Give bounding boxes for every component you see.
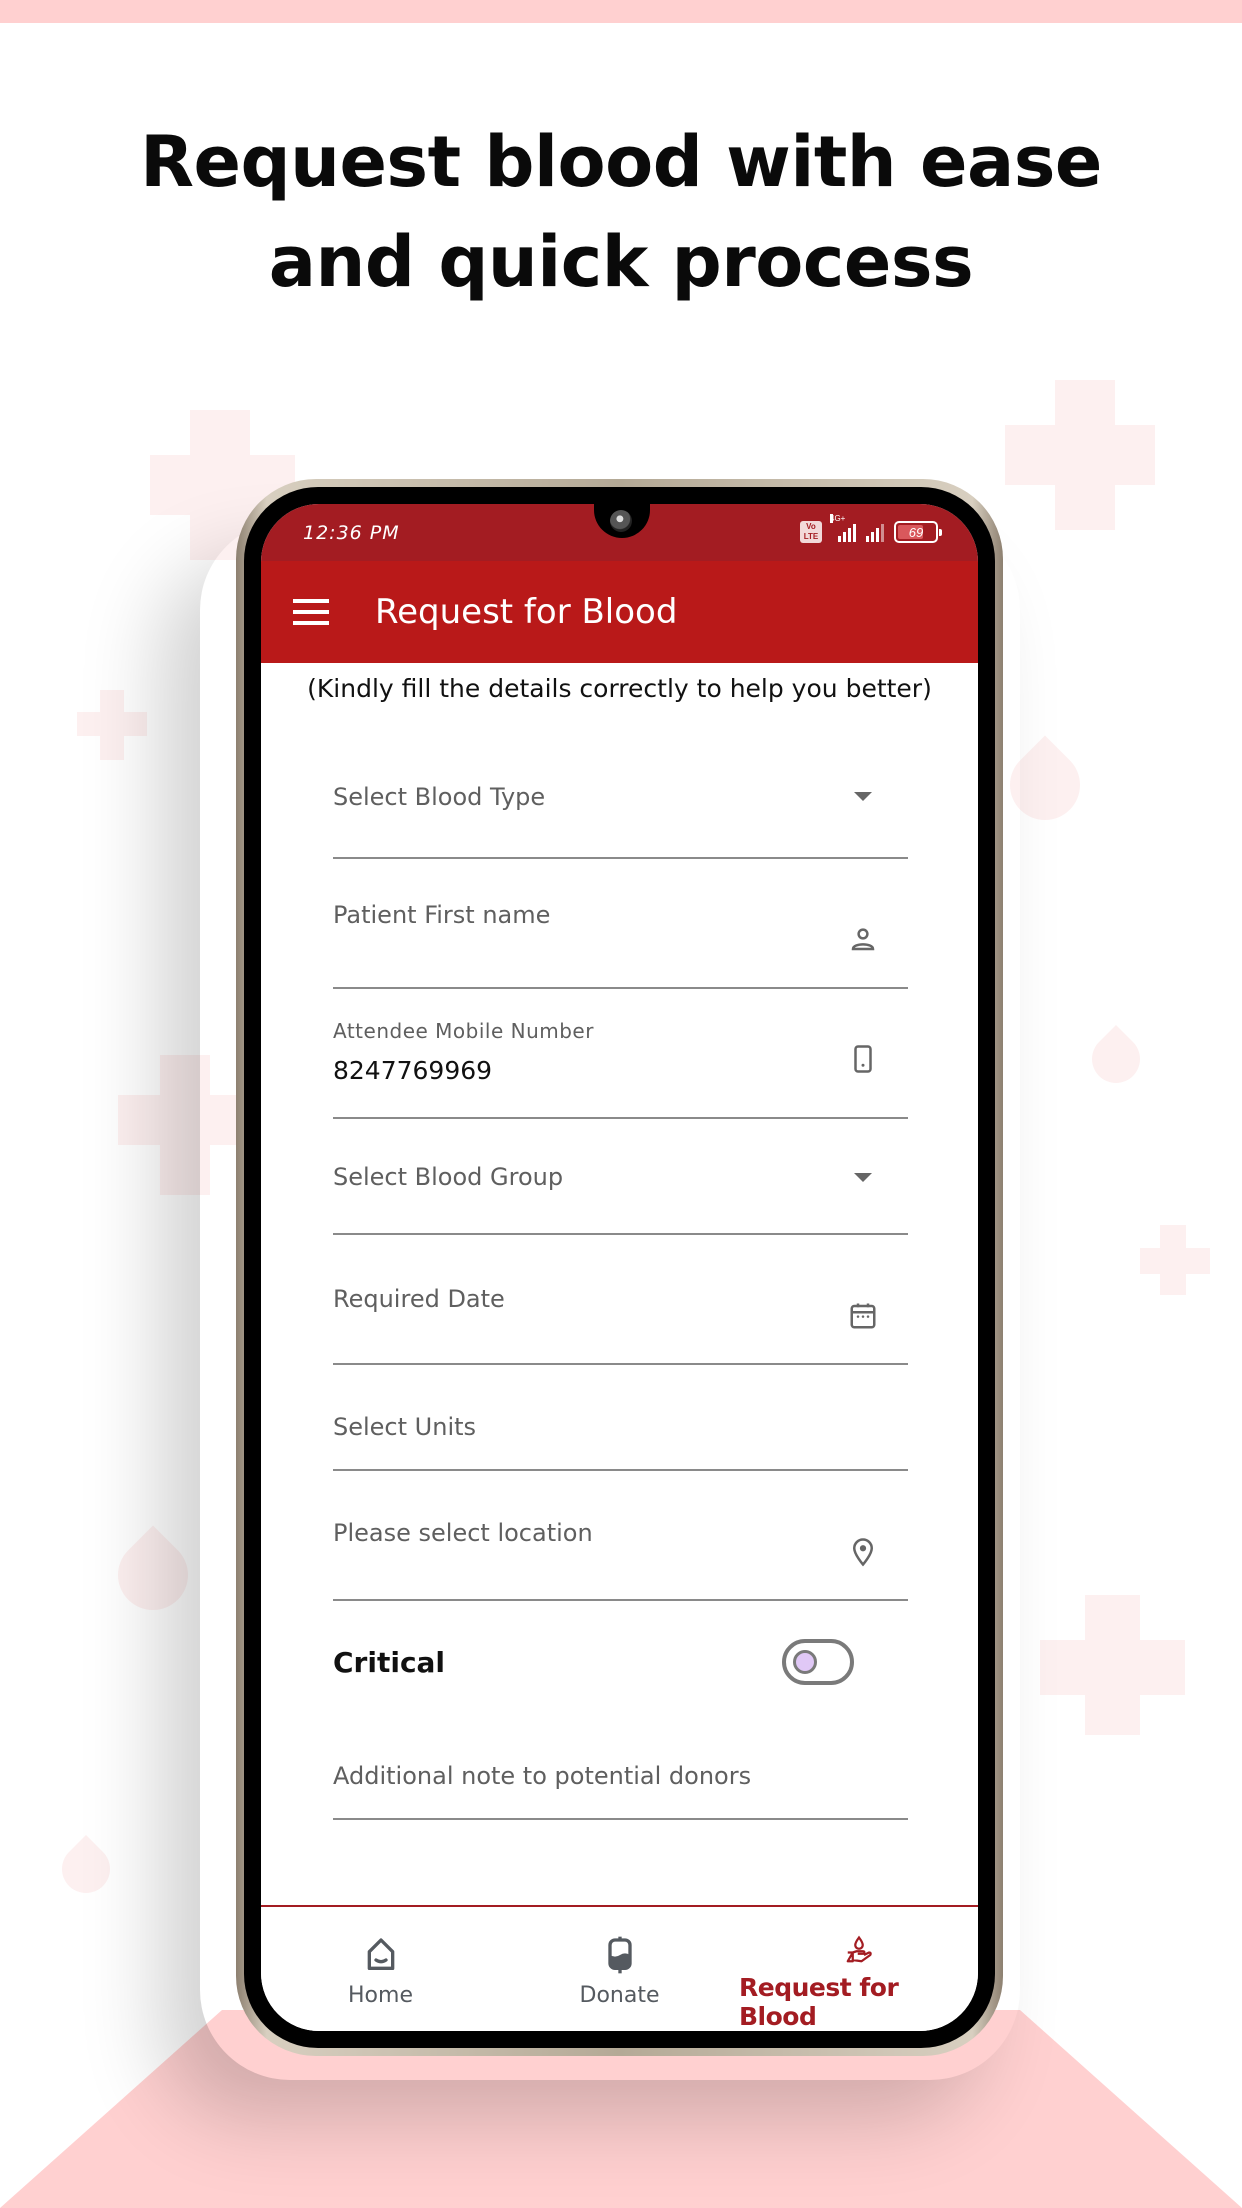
form-instructions: (Kindly fill the details correctly to he… [307,674,932,703]
select-units-field[interactable]: Select Units [333,1375,908,1471]
network-label: 4G+ [830,514,846,523]
nav-label-donate: Donate [579,1983,660,2008]
app-bar: Request for Blood [261,561,978,663]
critical-toggle[interactable] [782,1639,854,1685]
battery-tip [939,529,942,536]
signal-icon [866,522,884,542]
camera-notch [594,504,650,538]
required-date-field[interactable]: Required Date [333,1245,908,1365]
select-units-placeholder: Select Units [333,1413,477,1441]
volte-icon: Vo LTE [800,521,822,543]
required-date-placeholder: Required Date [333,1285,505,1313]
hamburger-menu-icon[interactable] [293,599,329,625]
nav-item-request-blood[interactable]: Request for Blood [739,1907,978,2031]
hand-blood-drop-icon [846,1935,872,1963]
signal-4g-icon: 4G+ [830,514,856,542]
nav-item-home[interactable]: Home [261,1907,500,2031]
phone-frame: 12:36 PM Vo LTE 4G+ 69 Request for Blood… [236,479,1003,2056]
status-icons: Vo LTE 4G+ 69 [800,514,942,543]
home-icon [367,1938,394,1970]
nav-item-donate[interactable]: Donate [500,1907,739,2031]
location-placeholder: Please select location [333,1519,593,1547]
status-bar: 12:36 PM Vo LTE 4G+ 69 [261,504,978,561]
blood-group-select[interactable]: Select Blood Group [333,1129,908,1235]
blood-type-placeholder: Select Blood Type [333,783,546,811]
status-time: 12:36 PM [303,522,400,544]
nav-label-home: Home [348,1983,413,2008]
attendee-mobile-field[interactable]: Attendee Mobile Number 8247769969 [333,999,908,1119]
patient-first-name-field[interactable]: Patient First name [333,869,908,989]
person-icon [851,928,875,951]
front-camera-icon [610,510,632,532]
location-pin-icon[interactable] [848,1537,878,1567]
phone-bezel: 12:36 PM Vo LTE 4G+ 69 Request for Blood… [244,487,995,2048]
nav-label-request-blood: Request for Blood [739,1973,899,2031]
battery-icon: 69 [894,521,942,543]
battery-percent: 69 [908,524,924,540]
dropdown-caret-icon[interactable] [848,792,878,822]
blood-bag-icon [607,1936,632,1974]
phone-screen: 12:36 PM Vo LTE 4G+ 69 Request for Blood… [261,504,978,2031]
critical-row: Critical [333,1634,908,1694]
dropdown-caret-icon[interactable] [848,1173,878,1203]
location-field[interactable]: Please select location [333,1481,908,1601]
attendee-mobile-label: Attendee Mobile Number [333,1019,594,1043]
page-title: Request for Blood [375,592,678,632]
smartphone-icon [854,1045,872,1073]
calendar-icon[interactable] [848,1301,878,1331]
blood-group-placeholder: Select Blood Group [333,1163,564,1191]
headline-line-2: and quick process [268,221,974,303]
patient-first-name-placeholder: Patient First name [333,901,551,929]
marketing-headline: Request blood with ease and quick proces… [0,112,1242,312]
additional-note-placeholder: Additional note to potential donors [333,1762,752,1790]
bottom-navigation: Home Donate Request for Blood [261,1905,978,2031]
additional-note-field[interactable]: Additional note to potential donors [333,1724,908,1820]
toggle-knob [793,1650,817,1674]
critical-label: Critical [333,1646,446,1679]
headline-line-1: Request blood with ease [140,121,1102,203]
attendee-mobile-value: 8247769969 [333,1056,493,1085]
blood-type-select[interactable]: Select Blood Type [333,744,908,859]
